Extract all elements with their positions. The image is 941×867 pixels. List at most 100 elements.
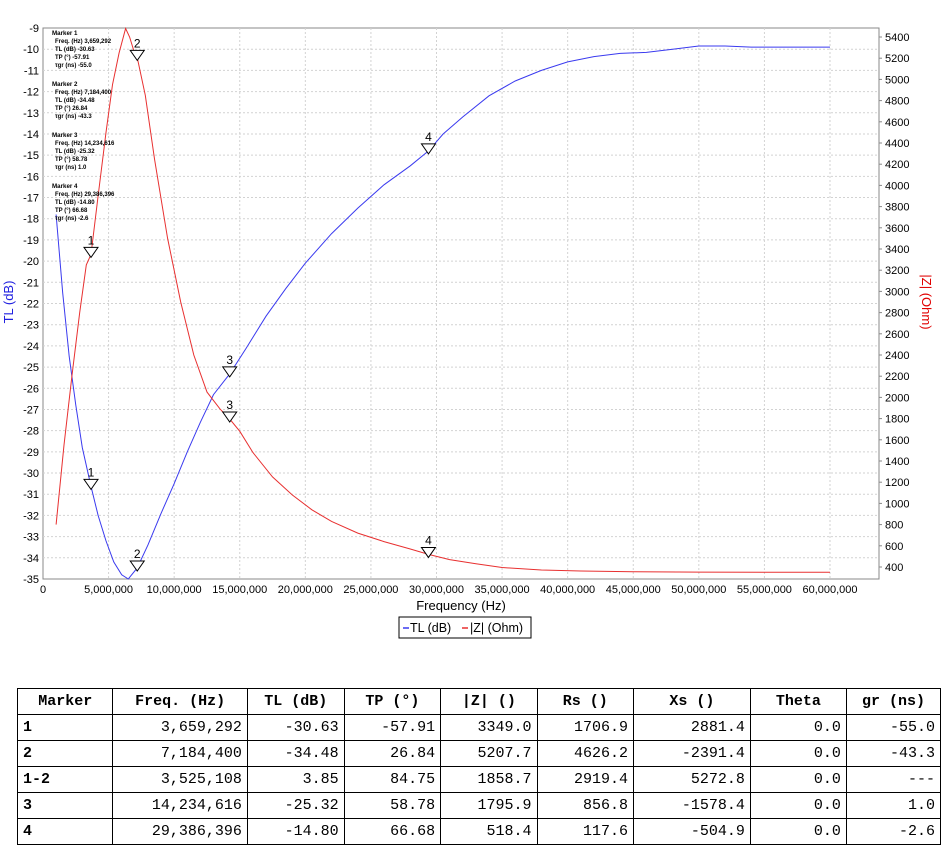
col-header-gr: gr (ns) [845,688,941,715]
table-cell: -57.91 [343,714,442,741]
y-right-tick-label: 3400 [885,244,909,256]
col-header-theta: Theta [749,688,847,715]
marker-id-label: 2 [134,547,141,561]
table-cell: -55.0 [845,714,941,741]
y-right-tick-label: 3600 [885,223,909,235]
y-left-tick-label: -13 [23,108,39,120]
y-left-tick-label: -16 [23,171,39,183]
y-left-tick-label: -29 [23,447,39,459]
table-cell: 7,184,400 [112,740,248,767]
table-cell: -34.48 [246,740,345,767]
y-right-tick-label: 3800 [885,202,909,214]
x-tick-label: 10,000,000 [147,584,202,596]
marker-id-label: 3 [226,353,233,367]
table-cell: -2391.4 [633,740,751,767]
marker-info-line: TL (dB) -14.80 [55,200,95,206]
table-cell: 1.0 [845,792,941,819]
y-right-tick-label: 1400 [885,456,909,468]
y-right-tick-label: 2400 [885,350,909,362]
table-row: 1 3,659,292 -30.63 -57.91 3349.0 1706.9 … [16,714,941,741]
table-row: 3 14,234,616 -25.32 58.78 1795.9 856.8 -… [16,792,941,819]
table-cell: -30.63 [246,714,345,741]
y-left-tick-label: -25 [23,362,39,374]
marker-table-header: Marker Freq. (Hz) TL (dB) TP (°) |Z| () … [16,688,941,715]
marker-info-title: Marker 4 [52,183,78,190]
table-cell: 2 [16,740,114,767]
table-cell: 29,386,396 [112,818,248,845]
marker-info-title: Marker 1 [52,30,78,37]
table-cell: 84.75 [343,766,442,793]
y-right-tick-label: 3200 [885,265,909,277]
y-right-tick-label: 4600 [885,117,909,129]
table-cell: 3.85 [246,766,345,793]
table-cell: 0.0 [749,818,847,845]
table-cell: 1 [16,714,114,741]
y-left-tick-label: -10 [23,44,39,56]
table-cell: 2881.4 [633,714,751,741]
table-cell: -25.32 [246,792,345,819]
x-tick-label: 50,000,000 [671,584,726,596]
table-cell: 0.0 [749,714,847,741]
col-header-freq: Freq. (Hz) [112,688,248,715]
y-left-tick-label: -12 [23,87,39,99]
marker-id-label: 1 [88,233,95,247]
y-right-tick-label: 3000 [885,286,909,298]
x-tick-label: 30,000,000 [409,584,464,596]
y-right-tick-label: 5200 [885,53,909,65]
y-left-tick-label: -19 [23,235,39,247]
y-left-tick-label: -22 [23,299,39,311]
col-header-rs: Rs () [536,688,635,715]
y-left-tick-label: -24 [23,341,39,353]
marker-info-line: TP (°) 66.68 [55,208,88,214]
x-tick-label: 40,000,000 [540,584,595,596]
x-tick-label: 0 [40,584,46,596]
y-right-tick-label: 400 [885,562,903,574]
table-cell: 2919.4 [536,766,635,793]
table-cell: 4 [16,818,114,845]
y-right-tick-label: 1200 [885,477,909,489]
table-row: 2 7,184,400 -34.48 26.84 5207.7 4626.2 -… [16,740,941,767]
marker-info-line: τgr (ns) -2.6 [55,216,89,222]
y-right-tick-label: 4000 [885,180,909,192]
table-cell: -43.3 [845,740,941,767]
col-header-marker: Marker [16,688,114,715]
y-right-tick-label: 4800 [885,96,909,108]
marker-info-line: TL (dB) -34.48 [55,98,95,104]
y-left-tick-label: -33 [23,532,39,544]
legend: TL (dB) |Z| (Ohm) [398,616,532,639]
y-left-tick-label: -20 [23,256,39,268]
y-right-tick-label: 2600 [885,329,909,341]
table-cell: 1795.9 [440,792,538,819]
marker-info-line: Freq. (Hz) 14,234,616 [55,141,115,147]
table-cell: 1858.7 [440,766,538,793]
marker-id-label: 4 [425,533,432,547]
y-right-tick-label: 4200 [885,159,909,171]
table-cell: 0.0 [749,792,847,819]
marker-id-label: 2 [134,36,141,50]
table-cell: -14.80 [246,818,345,845]
y-left-tick-label: -34 [23,553,39,565]
y-right-tick-label: 800 [885,520,903,532]
y-left-tick-label: -11 [24,65,39,77]
marker-info-title: Marker 2 [52,81,78,88]
y-right-tick-label: 2200 [885,371,909,383]
marker-info-line: TP (°) -57.91 [55,55,90,61]
table-cell: 4626.2 [536,740,635,767]
col-header-xs: Xs () [633,688,751,715]
x-tick-label: 60,000,000 [802,584,857,596]
table-cell: 3 [16,792,114,819]
marker-info-line: Freq. (Hz) 3,659,292 [55,39,112,45]
y-right-tick-label: 1000 [885,498,909,510]
y-right-tick-label: 600 [885,541,903,553]
y-left-tick-label: -23 [23,320,39,332]
marker-info-line: TL (dB) -25.32 [55,149,95,155]
table-cell: 1706.9 [536,714,635,741]
table-cell: 0.0 [749,740,847,767]
legend-label-tl: TL (dB) [410,621,451,635]
marker-info-line: Freq. (Hz) 29,386,396 [55,192,115,198]
y-left-tick-label: -17 [23,193,39,205]
y-right-tick-label: 1800 [885,414,909,426]
table-cell: -2.6 [845,818,941,845]
table-cell: 3,525,108 [112,766,248,793]
x-tick-label: 45,000,000 [606,584,661,596]
